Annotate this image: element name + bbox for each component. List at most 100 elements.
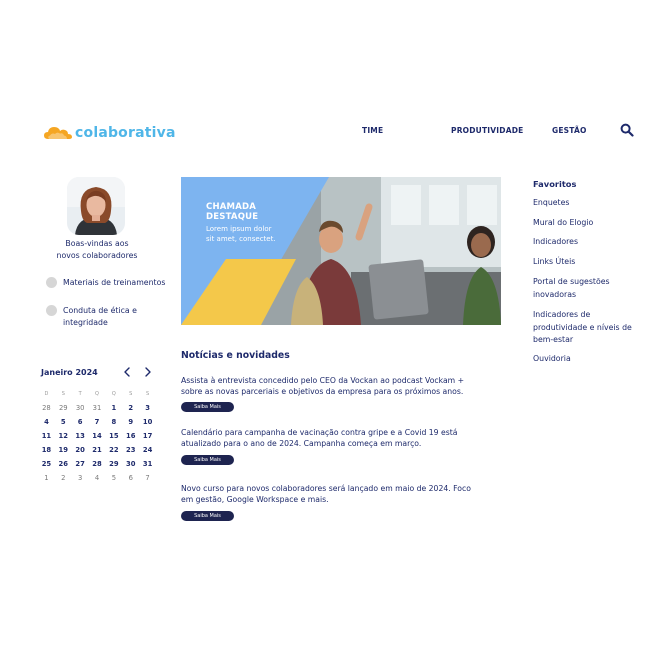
- news-line: sobre as novas parceriais e objetivos da…: [181, 386, 464, 396]
- sidebar-item-materiais[interactable]: Materiais de treinamentos: [46, 277, 165, 289]
- weekday-label: Q: [111, 391, 116, 397]
- calendar-day[interactable]: 6: [122, 474, 139, 482]
- calendar-day[interactable]: 4: [38, 418, 55, 426]
- banner-text-line-1: Lorem ipsum dolor: [206, 225, 272, 233]
- calendar-grid: D S T Q Q S S 28 29 30 31 1 2 3 4 5 6 7 …: [38, 387, 156, 485]
- cloud-logo-icon: [44, 127, 72, 139]
- news-item-text: Novo curso para novos colaboradores será…: [181, 484, 506, 505]
- favorite-link-indicadores-produtividade[interactable]: Indicadores de produtividade e níveis de…: [533, 309, 645, 347]
- calendar-day[interactable]: 5: [55, 418, 72, 426]
- calendar-day[interactable]: 25: [38, 460, 55, 468]
- favorite-link-enquetes[interactable]: Enquetes: [533, 197, 645, 210]
- calendar-week: 25 26 27 28 29 30 31: [38, 457, 156, 471]
- calendar-day[interactable]: 27: [72, 460, 89, 468]
- favorite-link-ouvidoria[interactable]: Ouvidoria: [533, 353, 645, 366]
- welcome-line-2: novos colaboradores: [56, 251, 138, 260]
- calendar-day[interactable]: 30: [122, 460, 139, 468]
- calendar-day[interactable]: 6: [72, 418, 89, 426]
- calendar-day[interactable]: 3: [72, 474, 89, 482]
- banner-title-line-2: DESTAQUE: [206, 212, 259, 222]
- search-icon[interactable]: [620, 123, 634, 137]
- calendar-day[interactable]: 11: [38, 432, 55, 440]
- calendar-day[interactable]: 15: [105, 432, 122, 440]
- calendar-day[interactable]: 4: [89, 474, 106, 482]
- favorite-label-line-3: bem-estar: [533, 335, 574, 344]
- banner-title: CHAMADA DESTAQUE: [206, 202, 258, 222]
- calendar-day[interactable]: 2: [122, 404, 139, 412]
- calendar-day[interactable]: 20: [72, 446, 89, 454]
- sidebar-item-label: Materiais de treinamentos: [63, 278, 166, 287]
- calendar-day[interactable]: 31: [89, 404, 106, 412]
- calendar-day[interactable]: 10: [139, 418, 156, 426]
- sidebar-item-label: Conduta de ética e: [63, 306, 137, 315]
- calendar-week: 28 29 30 31 1 2 3: [38, 401, 156, 415]
- saiba-mais-button[interactable]: Saiba Mais: [181, 511, 234, 521]
- calendar-day[interactable]: 17: [139, 432, 156, 440]
- calendar-day[interactable]: 22: [105, 446, 122, 454]
- calendar-day[interactable]: 2: [55, 474, 72, 482]
- calendar-week: 18 19 20 21 22 23 24: [38, 443, 156, 457]
- banner-text: Lorem ipsum dolor sit amet, consectet.: [206, 224, 276, 244]
- nav-produtividade[interactable]: PRODUTIVIDADE: [451, 126, 523, 135]
- calendar-day[interactable]: 29: [55, 404, 72, 412]
- calendar-day[interactable]: 26: [55, 460, 72, 468]
- calendar-day[interactable]: 21: [89, 446, 106, 454]
- calendar-day[interactable]: 23: [122, 446, 139, 454]
- sidebar-item-conduta[interactable]: Conduta de ética e integridade: [46, 305, 137, 329]
- calendar-day[interactable]: 1: [38, 474, 55, 482]
- favorite-link-indicadores[interactable]: Indicadores: [533, 236, 645, 249]
- calendar-day[interactable]: 16: [122, 432, 139, 440]
- calendar-day[interactable]: 29: [105, 460, 122, 468]
- favorite-link-mural[interactable]: Mural do Elogio: [533, 217, 645, 230]
- news-line: atualizado para o ano de 2024. Campanha …: [181, 438, 422, 448]
- calendar-day[interactable]: 19: [55, 446, 72, 454]
- calendar-day[interactable]: 30: [72, 404, 89, 412]
- weekday-label: S: [129, 391, 133, 397]
- calendar-day[interactable]: 8: [105, 418, 122, 426]
- calendar-day[interactable]: 7: [139, 474, 156, 482]
- calendar-day[interactable]: 14: [89, 432, 106, 440]
- saiba-mais-button[interactable]: Saiba Mais: [181, 402, 234, 412]
- news-item-text: Calendário para campanha de vacinação co…: [181, 428, 506, 449]
- calendar-day[interactable]: 9: [122, 418, 139, 426]
- calendar-day[interactable]: 18: [38, 446, 55, 454]
- favorite-link-links-uteis[interactable]: Links Úteis: [533, 256, 645, 269]
- weekday-label: S: [61, 391, 65, 397]
- news-line: em gestão, Google Workspace e mais.: [181, 494, 329, 504]
- calendar-title: Janeiro 2024: [41, 368, 98, 377]
- banner-photo: [181, 177, 501, 325]
- calendar-day[interactable]: 13: [72, 432, 89, 440]
- calendar-day[interactable]: 3: [139, 404, 156, 412]
- favorite-label: Ouvidoria: [533, 354, 571, 363]
- nav-gestao[interactable]: GESTÃO: [552, 126, 587, 135]
- calendar-week: 1 2 3 4 5 6 7: [38, 471, 156, 485]
- favorite-label: Indicadores: [533, 237, 579, 246]
- saiba-mais-button[interactable]: Saiba Mais: [181, 455, 234, 465]
- calendar-day[interactable]: 24: [139, 446, 156, 454]
- banner-title-line-1: CHAMADA: [206, 202, 257, 212]
- calendar-day[interactable]: 7: [89, 418, 106, 426]
- news-item-text: Assista à entrevista concedido pelo CEO …: [181, 376, 506, 397]
- weekday-label: T: [78, 391, 82, 397]
- nav-time[interactable]: TIME: [362, 126, 383, 135]
- bullet-icon: [46, 305, 57, 316]
- calendar-day[interactable]: 28: [89, 460, 106, 468]
- favorite-label: Mural do Elogio: [533, 218, 594, 227]
- chevron-right-icon[interactable]: [142, 366, 154, 378]
- weekday-label: Q: [95, 391, 99, 397]
- bullet-icon: [46, 277, 57, 288]
- featured-banner[interactable]: [181, 177, 501, 325]
- logo[interactable]: colaborativa: [44, 124, 176, 142]
- calendar-weekday-row: D S T Q Q S S: [38, 387, 156, 401]
- favorite-link-portal-sugestoes[interactable]: Portal de sugestões inovadoras: [533, 276, 645, 301]
- weekday-label: D: [44, 391, 49, 397]
- chevron-left-icon[interactable]: [121, 366, 133, 378]
- calendar-day[interactable]: 28: [38, 404, 55, 412]
- calendar-day[interactable]: 12: [55, 432, 72, 440]
- avatar: [67, 177, 125, 235]
- calendar-day[interactable]: 5: [105, 474, 122, 482]
- calendar-day[interactable]: 31: [139, 460, 156, 468]
- brand-name: colaborativa: [75, 125, 176, 141]
- calendar-day[interactable]: 1: [105, 404, 122, 412]
- welcome-message: Boas-vindas aos novos colaboradores: [44, 238, 150, 262]
